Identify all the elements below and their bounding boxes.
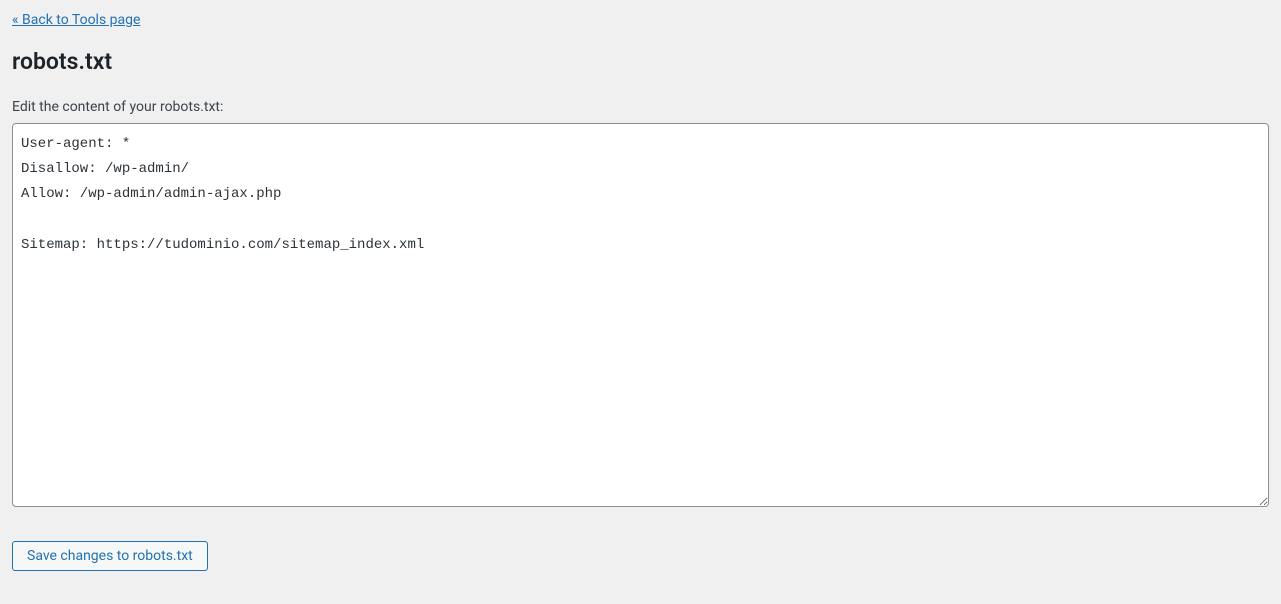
robots-editor-label: Edit the content of your robots.txt: xyxy=(12,99,1269,115)
back-to-tools-link[interactable]: « Back to Tools page xyxy=(12,12,140,28)
robots-txt-textarea[interactable] xyxy=(12,123,1269,507)
page-title: robots.txt xyxy=(12,48,1269,75)
save-robots-button[interactable]: Save changes to robots.txt xyxy=(12,541,208,571)
